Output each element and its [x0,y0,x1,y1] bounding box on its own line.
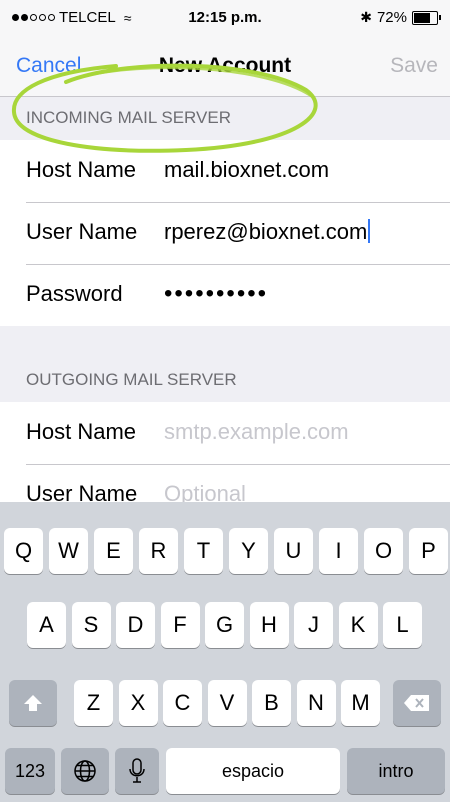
key-c[interactable]: C [163,680,202,726]
text-cursor [368,219,371,243]
key-r[interactable]: R [139,528,178,574]
globe-key[interactable] [61,748,109,794]
key-d[interactable]: D [116,602,155,648]
incoming-server-group: Host Name mail.bioxnet.com User Name rpe… [0,140,450,326]
outgoing-host-label: Host Name [26,419,137,444]
space-key[interactable]: espacio [166,748,340,794]
delete-icon [404,695,429,711]
key-n[interactable]: N [296,680,336,726]
outgoing-user-input[interactable]: Optional [164,481,246,502]
key-b[interactable]: B [252,680,291,726]
incoming-host-input[interactable]: mail.bioxnet.com [164,157,329,183]
outgoing-user-row[interactable]: User Name Optional [0,464,450,502]
return-key[interactable]: intro [347,748,445,794]
dictation-key[interactable] [115,748,159,794]
key-l[interactable]: L [383,602,422,648]
password-label: Password [26,281,123,306]
outgoing-host-input[interactable]: smtp.example.com [164,419,349,445]
key-k[interactable]: K [338,602,378,648]
outgoing-header-label: OUTGOING MAIL SERVER [26,370,237,389]
key-j[interactable]: J [294,602,333,648]
incoming-host-label: Host Name [26,157,137,182]
microphone-icon [129,758,145,783]
key-f[interactable]: F [160,602,200,648]
key-t[interactable]: T [184,528,223,574]
page-title: New Account [158,54,292,77]
battery-percent: 72% [376,9,407,26]
keyboard: QWERTYUIOP ASDFGHJKL ZXCVBNM 123 espacio… [0,502,450,802]
key-h[interactable]: H [249,602,289,648]
shift-key[interactable] [9,680,57,726]
key-v[interactable]: V [207,680,247,726]
key-s[interactable]: S [71,602,111,648]
key-u[interactable]: U [274,528,313,574]
status-bar: TELCEL ≈ 12:15 p.m. ✱ 72% [0,0,450,34]
password-row[interactable]: Password •••••••••• [0,264,450,326]
key-q[interactable]: Q [4,528,43,574]
bluetooth-icon: ✱ [360,9,372,25]
key-e[interactable]: E [94,528,133,574]
battery-icon [412,10,441,25]
key-y[interactable]: Y [229,528,268,574]
globe-icon [74,760,96,782]
key-w[interactable]: W [49,528,88,574]
key-p[interactable]: P [409,528,448,574]
navigation-bar: Cancel New Account Save [0,34,450,97]
outgoing-user-label: User Name [26,481,138,502]
key-a[interactable]: A [27,602,66,648]
outgoing-section-header: OUTGOING MAIL SERVER [0,370,450,400]
key-g[interactable]: G [205,602,244,648]
delete-key[interactable] [393,680,441,726]
incoming-host-row[interactable]: Host Name mail.bioxnet.com [0,140,450,202]
key-o[interactable]: O [364,528,403,574]
incoming-user-row[interactable]: User Name rperez@bioxnet.com [0,202,450,264]
outgoing-server-group: Host Name smtp.example.com User Name Opt… [0,402,450,502]
numbers-key[interactable]: 123 [5,748,55,794]
key-m[interactable]: M [341,680,380,726]
incoming-header-label: INCOMING MAIL SERVER [26,108,231,127]
key-z[interactable]: Z [74,680,113,726]
outgoing-host-row[interactable]: Host Name smtp.example.com [0,402,450,464]
shift-icon [24,695,42,711]
key-x[interactable]: X [118,680,158,726]
key-i[interactable]: I [319,528,358,574]
incoming-user-input[interactable]: rperez@bioxnet.com [164,219,371,245]
incoming-user-label: User Name [26,219,138,244]
save-button[interactable]: Save [390,54,438,78]
password-input[interactable]: •••••••••• [164,280,268,308]
incoming-user-value: rperez@bioxnet.com [164,219,368,244]
